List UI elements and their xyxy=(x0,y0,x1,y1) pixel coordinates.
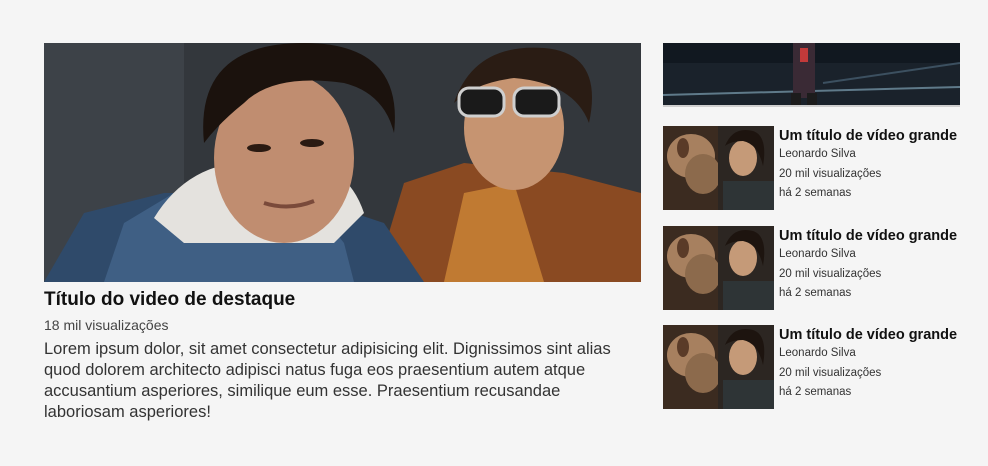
channel-name: Leonardo Silva xyxy=(779,148,856,160)
featured-video-thumbnail[interactable] xyxy=(44,43,641,282)
related-video-thumbnail[interactable] xyxy=(663,226,774,310)
view-count: 20 mil visualizações xyxy=(779,267,882,280)
page: Título do video de destaque 18 mil visua… xyxy=(0,0,988,466)
partial-thumbnail-art xyxy=(663,43,960,105)
related-video-title[interactable]: Um título de vídeo grande xyxy=(779,127,960,145)
related-video-item[interactable]: Um título de vídeo grande Leonardo Silva… xyxy=(663,126,960,210)
related-videos-sidebar: Um título de vídeo grande Leonardo Silva… xyxy=(663,43,960,409)
upload-date: há 2 semanas xyxy=(779,187,852,199)
related-video-title[interactable]: Um título de vídeo grande xyxy=(779,326,960,344)
featured-video: Título do video de destaque 18 mil visua… xyxy=(44,43,641,423)
upload-date: há 2 semanas xyxy=(779,386,852,398)
related-thumbnail-art xyxy=(663,325,774,409)
related-video-info: Um título de vídeo grande Leonardo Silva… xyxy=(779,127,960,204)
view-count: 20 mil visualizações xyxy=(779,167,882,180)
upload-date: há 2 semanas xyxy=(779,287,852,299)
related-thumbnail-art xyxy=(663,126,774,210)
related-video-thumbnail[interactable] xyxy=(663,325,774,409)
partial-video-thumbnail[interactable] xyxy=(663,43,960,107)
featured-video-description: Lorem ipsum dolor, sit amet consectetur … xyxy=(44,340,611,421)
channel-name: Leonardo Silva xyxy=(779,347,856,359)
featured-video-title[interactable]: Título do video de destaque xyxy=(44,288,641,312)
related-video-thumbnail[interactable] xyxy=(663,126,774,210)
featured-thumbnail-art xyxy=(44,43,641,282)
related-video-info: Um título de vídeo grande Leonardo Silva… xyxy=(779,227,960,304)
featured-video-views: 18 mil visualizações xyxy=(44,317,169,333)
related-video-title[interactable]: Um título de vídeo grande xyxy=(779,227,960,245)
related-thumbnail-art xyxy=(663,226,774,310)
related-video-info: Um título de vídeo grande Leonardo Silva… xyxy=(779,326,960,403)
related-video-item[interactable]: Um título de vídeo grande Leonardo Silva… xyxy=(663,325,960,409)
view-count: 20 mil visualizações xyxy=(779,366,882,379)
channel-name: Leonardo Silva xyxy=(779,248,856,260)
related-video-item[interactable]: Um título de vídeo grande Leonardo Silva… xyxy=(663,226,960,310)
